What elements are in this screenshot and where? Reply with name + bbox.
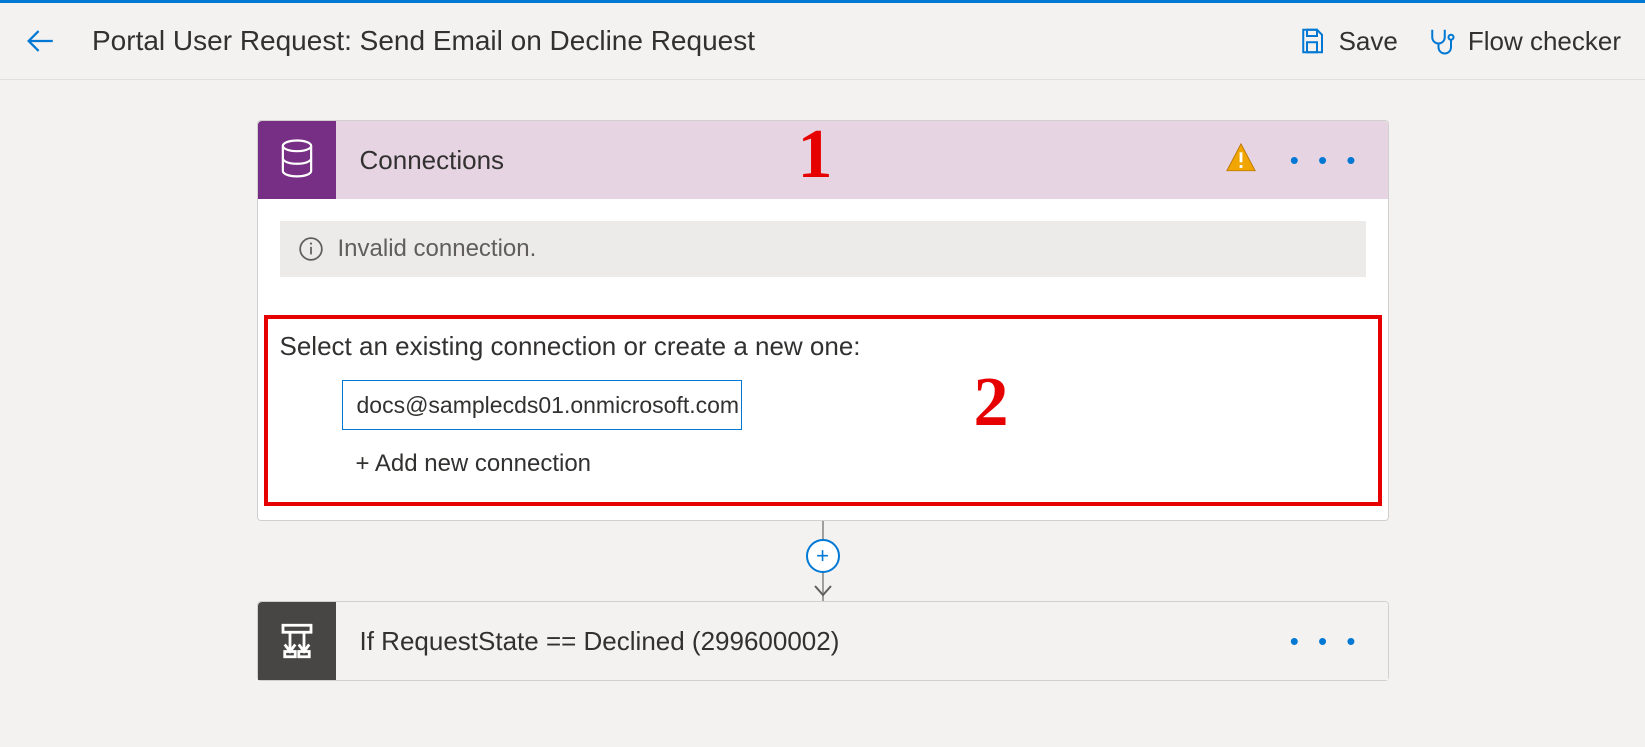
save-icon	[1297, 26, 1327, 56]
database-icon	[258, 121, 336, 199]
flow-connector: +	[821, 521, 825, 601]
back-button[interactable]	[16, 17, 64, 65]
invalid-connection-banner: Invalid connection.	[280, 221, 1366, 277]
connection-prompt: Select an existing connection or create …	[280, 331, 1370, 362]
annotation-two: 2	[974, 363, 1009, 443]
warning-icon	[1224, 141, 1258, 180]
connections-title: Connections	[360, 145, 505, 176]
flow-checker-button[interactable]: Flow checker	[1426, 26, 1621, 57]
save-button[interactable]: Save	[1297, 26, 1398, 57]
flow-checker-label: Flow checker	[1468, 26, 1621, 57]
condition-card: If RequestState == Declined (299600002) …	[257, 601, 1389, 681]
condition-more-button[interactable]: • • •	[1286, 620, 1366, 663]
connection-select-panel: 2 Select an existing connection or creat…	[264, 315, 1382, 506]
page-title: Portal User Request: Send Email on Decli…	[92, 25, 755, 57]
condition-card-header[interactable]: If RequestState == Declined (299600002) …	[258, 602, 1388, 680]
flow-canvas: Connections • • • 1 Invalid connecti	[0, 80, 1645, 721]
connections-more-button[interactable]: • • •	[1286, 139, 1366, 182]
arrow-left-icon	[23, 24, 57, 58]
annotation-one: 1	[798, 115, 833, 195]
add-new-connection-button[interactable]: + Add new connection	[356, 450, 1370, 478]
connection-option[interactable]: docs@samplecds01.onmicrosoft.com	[342, 380, 742, 430]
stethoscope-icon	[1426, 26, 1456, 56]
connections-card: Connections • • • 1 Invalid connecti	[257, 120, 1389, 521]
add-step-button[interactable]: +	[806, 539, 840, 573]
condition-title: If RequestState == Declined (299600002)	[360, 626, 840, 657]
save-label: Save	[1339, 26, 1398, 57]
info-icon	[298, 236, 324, 262]
page-header: Portal User Request: Send Email on Decli…	[0, 3, 1645, 80]
invalid-connection-text: Invalid connection.	[338, 235, 537, 263]
condition-icon	[258, 602, 336, 680]
